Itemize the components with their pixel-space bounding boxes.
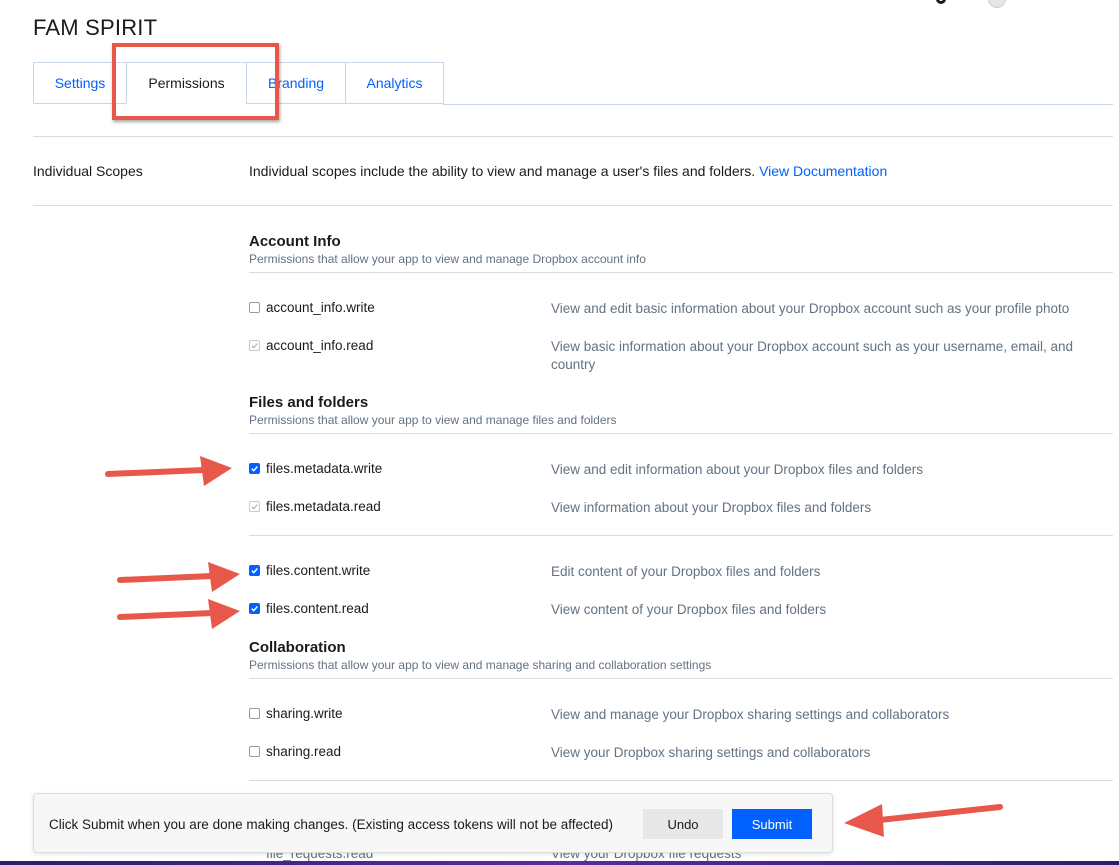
divider — [249, 780, 1113, 781]
tab-analytics[interactable]: Analytics — [345, 62, 444, 104]
divider — [249, 678, 1113, 679]
scope-description: Edit content of your Dropbox files and f… — [551, 564, 821, 579]
checkbox[interactable] — [249, 708, 260, 719]
divider — [33, 136, 1113, 137]
scope-description: View and edit basic information about yo… — [551, 301, 1070, 316]
tab-bar-underline — [443, 104, 1113, 105]
avatar[interactable] — [988, 0, 1006, 8]
checkbox — [249, 340, 260, 351]
section-title-files-and-folders: Files and folders — [249, 394, 369, 411]
check-icon — [251, 343, 258, 349]
scope-name: sharing.write — [266, 706, 343, 721]
section-subtitle-collaboration: Permissions that allow your app to view … — [249, 658, 712, 672]
scope-description: View and manage your Dropbox sharing set… — [551, 707, 950, 722]
check-icon — [251, 466, 258, 472]
section-title-collaboration: Collaboration — [249, 639, 346, 656]
annotation-arrow-icon — [844, 804, 1003, 837]
section-subtitle-files-and-folders: Permissions that allow your app to view … — [249, 413, 617, 427]
scope-name: files.content.write — [266, 563, 371, 578]
divider — [249, 535, 1113, 536]
section-subtitle-account-info: Permissions that allow your app to view … — [249, 252, 646, 266]
annotation-arrow-icon — [117, 599, 240, 629]
description-text: Individual scopes include the ability to… — [249, 163, 756, 179]
annotation-highlight-box — [112, 43, 279, 120]
checkbox[interactable] — [249, 302, 260, 313]
header-icons — [934, 0, 1014, 8]
annotation-arrow-icon — [117, 562, 240, 592]
submit-bar-message: Click Submit when you are done making ch… — [49, 817, 614, 832]
divider — [249, 272, 1113, 273]
checkbox[interactable] — [249, 746, 260, 757]
scope-description: View and edit information about your Dro… — [551, 462, 923, 477]
annotation-arrow-icon — [105, 456, 232, 486]
scope-name: account_info.read — [266, 338, 374, 353]
check-icon — [251, 504, 258, 510]
scope-description: View basic information about your Dropbo… — [551, 339, 1074, 372]
scope-description: View your Dropbox sharing settings and c… — [551, 745, 871, 760]
window-edge — [0, 861, 1119, 865]
scope-name: files.content.read — [266, 601, 369, 616]
checkbox — [249, 501, 260, 512]
scope-name: account_info.write — [266, 300, 375, 315]
individual-scopes-description: Individual scopes include the ability to… — [249, 163, 887, 179]
divider — [249, 433, 1113, 434]
scope-name: files.metadata.write — [266, 461, 383, 476]
scope-name: files.metadata.read — [266, 499, 381, 514]
checkbox[interactable] — [249, 463, 260, 474]
scope-description: View information about your Dropbox file… — [551, 500, 872, 515]
scope-description: View content of your Dropbox files and f… — [551, 602, 827, 617]
scope-name: sharing.read — [266, 744, 342, 759]
gear-icon[interactable] — [934, 0, 948, 6]
submit-bar: Click Submit when you are done making ch… — [33, 793, 833, 853]
undo-button[interactable]: Undo — [643, 809, 723, 839]
page-title: FAM SPIRIT — [33, 15, 158, 40]
divider — [33, 205, 1113, 206]
individual-scopes-label: Individual Scopes — [33, 163, 143, 179]
view-documentation-link[interactable]: View Documentation — [759, 163, 887, 179]
section-title-account-info: Account Info — [249, 233, 341, 250]
submit-button[interactable]: Submit — [732, 809, 812, 839]
